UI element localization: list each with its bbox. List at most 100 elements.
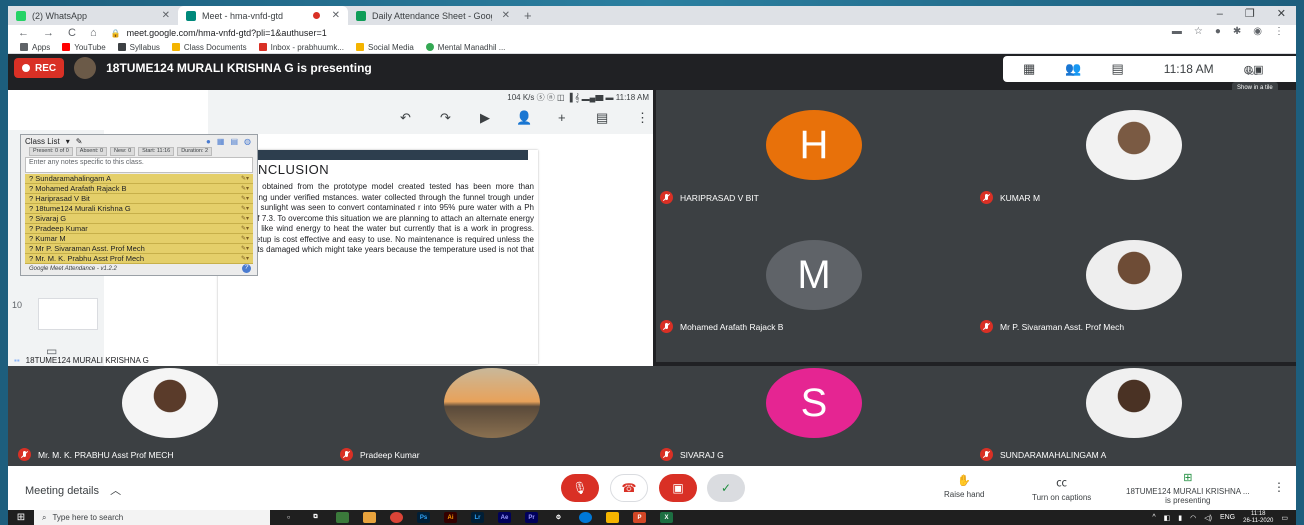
close-icon[interactable]: ✕ (332, 10, 340, 21)
file-explorer-icon[interactable] (363, 512, 376, 523)
photoshop-icon[interactable]: Ps (417, 512, 430, 523)
chevron-up-icon[interactable]: ^ (1152, 514, 1155, 521)
bookmark-class-documents[interactable]: Class Documents (171, 43, 247, 52)
forward-icon[interactable]: → (43, 27, 54, 39)
redo-icon[interactable]: ↷ (440, 110, 451, 126)
reload-icon[interactable]: C (68, 27, 76, 39)
plus-icon[interactable]: + (558, 110, 566, 125)
bookmark-inbox[interactable]: Inbox - prabhuumk... (258, 43, 344, 52)
chat-icon[interactable]: ▤ (1111, 61, 1123, 77)
participant-tile[interactable]: H HARIPRASAD V BIT (656, 90, 976, 230)
close-window-button[interactable]: ✕ (1277, 6, 1286, 22)
new-tab-icon[interactable]: + (524, 6, 532, 25)
list-item[interactable]: ? 18tume124 Murali Krishna G ✎▾ (25, 204, 253, 214)
back-icon[interactable]: ← (18, 27, 29, 39)
attendance-check-button[interactable]: ✓ (707, 474, 745, 502)
powerpoint-icon[interactable]: P (633, 512, 646, 523)
close-icon[interactable]: ✕ (162, 10, 170, 21)
layout-icon[interactable]: ▦ (1023, 61, 1035, 77)
tab-meet[interactable]: Meet - hma-vnfd-gtd ✕ (178, 6, 348, 25)
raise-hand-button[interactable]: ✋ Raise hand (944, 474, 984, 499)
taskbar-clock[interactable]: 11:18 26-11-2020 (1243, 511, 1273, 525)
profile-icon[interactable]: ◉ (1253, 26, 1262, 37)
mic-toggle-button[interactable]: 🎙 (561, 474, 599, 502)
bookmark-youtube[interactable]: YouTube (62, 43, 106, 52)
edge-icon[interactable] (579, 512, 592, 523)
captions-button[interactable]: ㏄ Turn on captions (1032, 474, 1091, 502)
close-icon[interactable]: ✕ (502, 10, 510, 21)
participant-tile[interactable]: S SIVARAJ G (656, 366, 976, 466)
present-now-status[interactable]: ⊞ 18TUME124 MURALI KRISHNA ... is presen… (1126, 471, 1250, 505)
list-item[interactable]: ? Hariprasad V Bit ✎▾ (25, 194, 253, 204)
url-field[interactable]: 🔒 meet.google.com/hma-vnfd-gtd?pli=1&aut… (111, 28, 327, 38)
participant-tile[interactable]: KUMAR M (976, 90, 1296, 230)
list-item[interactable]: ? Mr P. Sivaraman Asst. Prof Mech ✎▾ (25, 244, 253, 254)
more-options-icon[interactable]: ⋮ (1273, 480, 1285, 494)
illustrator-icon[interactable]: Ai (444, 512, 457, 523)
refresh-icon[interactable]: ● (206, 137, 211, 146)
restore-button[interactable]: ❐ (1245, 6, 1255, 22)
bookmark-apps[interactable]: Apps (20, 43, 50, 52)
add-person-icon[interactable]: 👤 (516, 110, 532, 126)
app-icon[interactable] (606, 512, 619, 523)
edit-icon[interactable]: ✎ (76, 137, 83, 146)
notifications-icon[interactable]: ▭ (1281, 514, 1288, 522)
camera-toggle-button[interactable]: ▣ (659, 474, 697, 502)
chevron-down-icon[interactable]: ▾ (66, 137, 70, 146)
taskbar-search[interactable]: ⌕ Type here to search (34, 510, 270, 525)
language-indicator[interactable]: ENG (1220, 514, 1235, 521)
battery-icon[interactable]: ▮ (1178, 514, 1182, 522)
volume-icon[interactable]: ◁) (1204, 514, 1212, 522)
windows-start-icon[interactable]: ⊞ (8, 512, 34, 523)
participant-tile[interactable]: Mr. M. K. PRABHU Asst Prof MECH (8, 366, 330, 466)
list-item[interactable]: ? Mohamed Arafath Rajack B ✎▾ (25, 184, 253, 194)
menu-icon[interactable]: ⋮ (1274, 26, 1284, 37)
puzzle-icon[interactable]: ✱ (1233, 26, 1241, 37)
network-icon[interactable]: ◧ (1164, 514, 1171, 522)
help-icon[interactable]: ? (242, 264, 251, 273)
sheet-icon[interactable]: ▦ (217, 137, 225, 146)
task-view-icon[interactable]: ⧉ (309, 512, 322, 523)
wifi-icon[interactable]: ◠ (1190, 514, 1196, 522)
bookmark-syllabus[interactable]: Syllabus (117, 43, 160, 52)
tab-attendance-sheet[interactable]: Daily Attendance Sheet - Google ✕ (348, 6, 518, 25)
class-list-header: Class List ▾ ✎ ● ▦ ▤ ◍ (21, 135, 257, 147)
meeting-details-button[interactable]: Meeting details ︿ (25, 482, 121, 498)
home-icon[interactable]: ⌂ (90, 27, 97, 39)
list-item[interactable]: ? Sundaramahalingam A ✎▾ (25, 174, 253, 184)
camera-icon[interactable]: ▬ (1172, 26, 1182, 37)
bookmark-mental-manadhil[interactable]: Mental Manadhil ... (425, 43, 505, 52)
cortana-icon[interactable]: ○ (282, 512, 295, 523)
chrome-icon[interactable] (390, 512, 403, 523)
participant-tile[interactable]: Pradeep Kumar (330, 366, 656, 466)
comment-icon[interactable]: ▤ (596, 110, 608, 126)
star-icon[interactable]: ☆ (1194, 26, 1203, 37)
list-item[interactable]: ? Sivaraj G ✎▾ (25, 214, 253, 224)
print-icon[interactable]: ▤ (230, 137, 238, 146)
participant-tile[interactable]: SUNDARAMAHALINGAM A (976, 366, 1296, 466)
app-icon[interactable] (336, 512, 349, 523)
app-icon[interactable]: ⚙ (552, 512, 565, 523)
undo-icon[interactable]: ↶ (400, 110, 411, 126)
lightroom-icon[interactable]: Lr (471, 512, 484, 523)
recording-badge[interactable]: REC (14, 58, 65, 78)
settings-icon[interactable]: ◍ (244, 137, 251, 146)
excel-icon[interactable]: X (660, 512, 673, 523)
list-item[interactable]: ? Pradeep Kumar ✎▾ (25, 224, 253, 234)
participant-tile[interactable]: M Mohamed Arafath Rajack B (656, 230, 976, 362)
extension-icon[interactable]: ● (1215, 26, 1221, 37)
tab-whatsapp[interactable]: (2) WhatsApp ✕ (8, 6, 178, 25)
leave-call-button[interactable]: ☎ (610, 474, 648, 502)
minimize-button[interactable]: – (1217, 6, 1223, 22)
premiere-icon[interactable]: Pr (525, 512, 538, 523)
participant-tile[interactable]: Mr P. Sivaraman Asst. Prof Mech (976, 230, 1296, 362)
play-icon[interactable]: ▶ (480, 110, 490, 126)
bookmark-social-media[interactable]: Social Media (355, 43, 414, 52)
after-effects-icon[interactable]: Ae (498, 512, 511, 523)
more-icon[interactable]: ⋮ (636, 110, 649, 126)
class-notes-field[interactable]: Enter any notes specific to this class. (25, 157, 253, 173)
list-item[interactable]: ? Kumar M ✎▾ (25, 234, 253, 244)
list-item[interactable]: ? Mr. M. K. Prabhu Asst Prof Mech ✎▾ (25, 254, 253, 264)
people-icon[interactable]: 👥 (1065, 61, 1081, 77)
mic-off-icon: 🎙 (572, 481, 588, 495)
